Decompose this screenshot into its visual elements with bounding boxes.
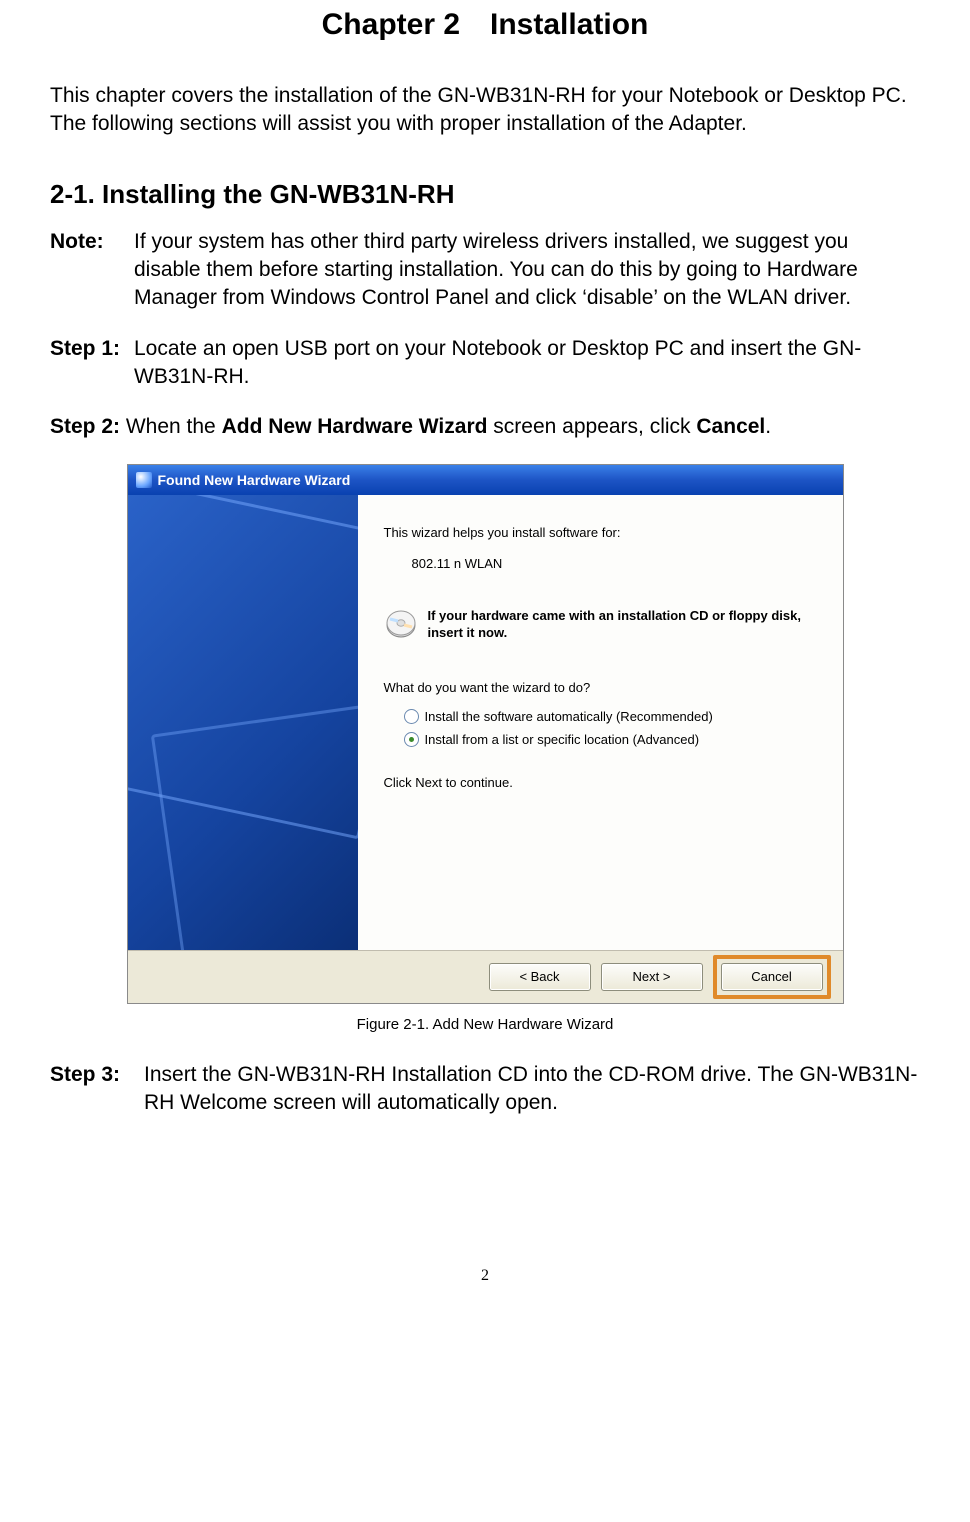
wizard-sidebar-art (128, 495, 358, 950)
radio-advanced-label: Install from a list or specific location… (425, 732, 700, 747)
next-button[interactable]: Next > (601, 963, 703, 991)
page-number: 2 (50, 1267, 920, 1285)
cd-icon (384, 607, 418, 644)
step2-mid: screen appears, click (487, 415, 696, 438)
radio-auto-label: Install the software automatically (Reco… (425, 709, 713, 724)
cancel-highlight-box: Cancel (713, 955, 831, 999)
wizard-titlebar: Found New Hardware Wizard (128, 465, 843, 495)
figure-caption: Figure 2-1. Add New Hardware Wizard (50, 1016, 920, 1033)
wizard-title-text: Found New Hardware Wizard (158, 472, 351, 488)
wizard-device-name: 802.11 n WLAN (412, 556, 817, 571)
step1-text: Locate an open USB port on your Notebook… (134, 335, 920, 392)
note-label: Note: (50, 228, 134, 313)
wizard-button-bar: < Back Next > Cancel (128, 950, 843, 1003)
chapter-title: Chapter 2 Installation (50, 8, 920, 42)
section-heading: 2-1. Installing the GN-WB31N-RH (50, 179, 920, 210)
radio-icon (404, 709, 419, 724)
note-text: If your system has other third party wir… (134, 228, 920, 313)
step3-label: Step 3: (50, 1061, 144, 1118)
step3-text: Insert the GN-WB31N-RH Installation CD i… (144, 1061, 920, 1118)
radio-icon (404, 732, 419, 747)
step3-paragraph: Step 3: Insert the GN-WB31N-RH Installat… (50, 1061, 920, 1118)
intro-paragraph: This chapter covers the installation of … (50, 82, 920, 139)
radio-option-auto[interactable]: Install the software automatically (Reco… (404, 709, 817, 724)
wizard-continue-text: Click Next to continue. (384, 775, 817, 790)
step2-bold2: Cancel (696, 415, 765, 438)
step2-bold1: Add New Hardware Wizard (222, 415, 488, 438)
back-button[interactable]: < Back (489, 963, 591, 991)
step2-suffix: . (765, 415, 771, 438)
step1-label: Step 1: (50, 335, 134, 392)
wizard-intro-line: This wizard helps you install software f… (384, 525, 817, 540)
wizard-app-icon (136, 472, 152, 488)
radio-option-advanced[interactable]: Install from a list or specific location… (404, 732, 817, 747)
note-paragraph: Note: If your system has other third par… (50, 228, 920, 313)
step2-prefix: When the (120, 415, 222, 438)
step2-label: Step 2: (50, 415, 120, 438)
cancel-button[interactable]: Cancel (721, 963, 823, 991)
wizard-question: What do you want the wizard to do? (384, 680, 817, 695)
wizard-cd-instruction: If your hardware came with an installati… (428, 607, 817, 642)
step1-paragraph: Step 1: Locate an open USB port on your … (50, 335, 920, 392)
step2-paragraph: Step 2: When the Add New Hardware Wizard… (50, 413, 920, 441)
wizard-dialog: Found New Hardware Wizard This wizard he… (127, 464, 844, 1004)
